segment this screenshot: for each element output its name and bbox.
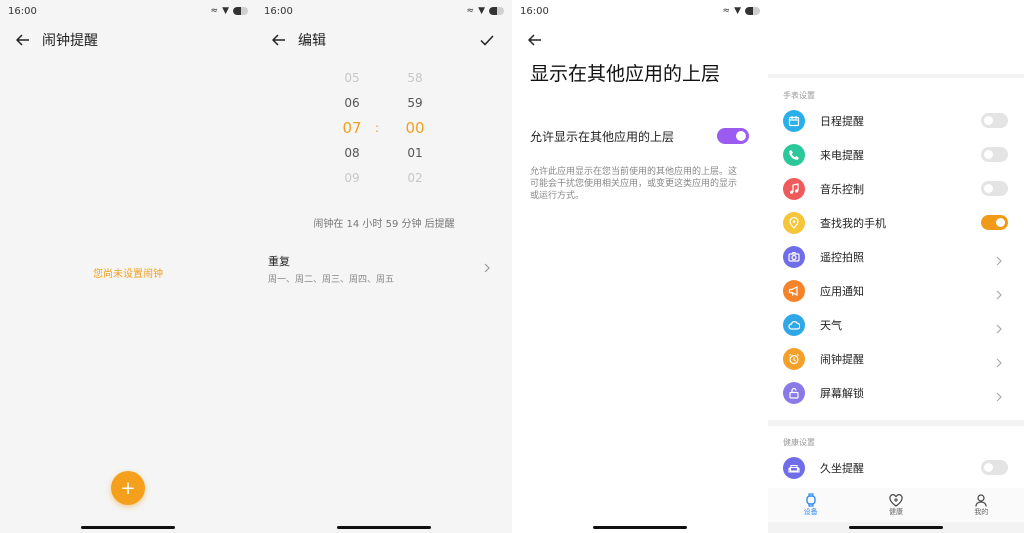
status-time: 16:00 — [520, 5, 549, 17]
home-indicator[interactable] — [849, 526, 943, 529]
toolbar — [512, 26, 768, 54]
battery-icon — [489, 7, 504, 15]
page-title: 编辑 — [298, 33, 326, 49]
page-title: 闹钟提醒 — [42, 33, 98, 49]
status-bar: 16:00 ≈ ▼ — [0, 0, 256, 22]
status-icons: ≈ ▼ — [722, 5, 760, 16]
watch-settings-screen: 16:00 ≈ ▼ — [768, 0, 1024, 533]
status-time: 16:00 — [264, 5, 293, 17]
status-icons: ≈ ▼ — [978, 5, 1016, 16]
wifi-icon: ▼ — [734, 5, 741, 16]
wifi-icon: ▼ — [222, 5, 229, 16]
signal-icon: ≈ — [722, 5, 731, 16]
status-icons: ≈ ▼ — [210, 5, 248, 16]
home-indicator[interactable] — [81, 526, 175, 529]
back-arrow-icon[interactable] — [268, 29, 290, 51]
signal-icon: ≈ — [466, 5, 475, 16]
home-indicator[interactable] — [593, 526, 687, 529]
status-bar: 16:00 ≈ ▼ — [256, 0, 512, 22]
toolbar: 编辑 — [256, 26, 512, 54]
signal-icon: ≈ — [210, 5, 219, 16]
overlay-permission-screen: 16:00 ≈ ▼ — [512, 0, 768, 533]
confirm-check-icon[interactable] — [476, 29, 498, 51]
battery-icon — [745, 7, 760, 15]
back-arrow-icon[interactable] — [12, 29, 34, 51]
signal-icon: ≈ — [978, 5, 987, 16]
add-alarm-button[interactable]: + — [111, 471, 145, 505]
alarm-edit-screen: 16:00 ≈ ▼ 编辑 — [256, 0, 512, 533]
status-icons: ≈ ▼ — [466, 5, 504, 16]
battery-icon — [1001, 7, 1016, 15]
plus-icon: + — [120, 477, 136, 499]
wifi-icon: ▼ — [990, 5, 997, 16]
status-bar: 16:00 ≈ ▼ — [768, 0, 1024, 22]
back-arrow-icon[interactable] — [524, 29, 546, 51]
status-time: 16:00 — [8, 5, 37, 17]
empty-state-text: 您尚未设置闹钟 — [93, 269, 163, 280]
toolbar: 闹钟提醒 — [0, 26, 256, 54]
alarm-list-screen: 16:00 ≈ ▼ 闹钟提醒 您尚未设置闹钟 + — [0, 0, 256, 533]
status-bar: 16:00 ≈ ▼ — [512, 0, 768, 22]
wifi-icon: ▼ — [478, 5, 485, 16]
screens: 16:00 ≈ ▼ 闹钟提醒 您尚未设置闹钟 + 16:00 ≈ ▼ 编辑 16… — [0, 0, 1024, 533]
status-time: 16:00 — [776, 5, 805, 17]
home-indicator[interactable] — [337, 526, 431, 529]
battery-icon — [233, 7, 248, 15]
